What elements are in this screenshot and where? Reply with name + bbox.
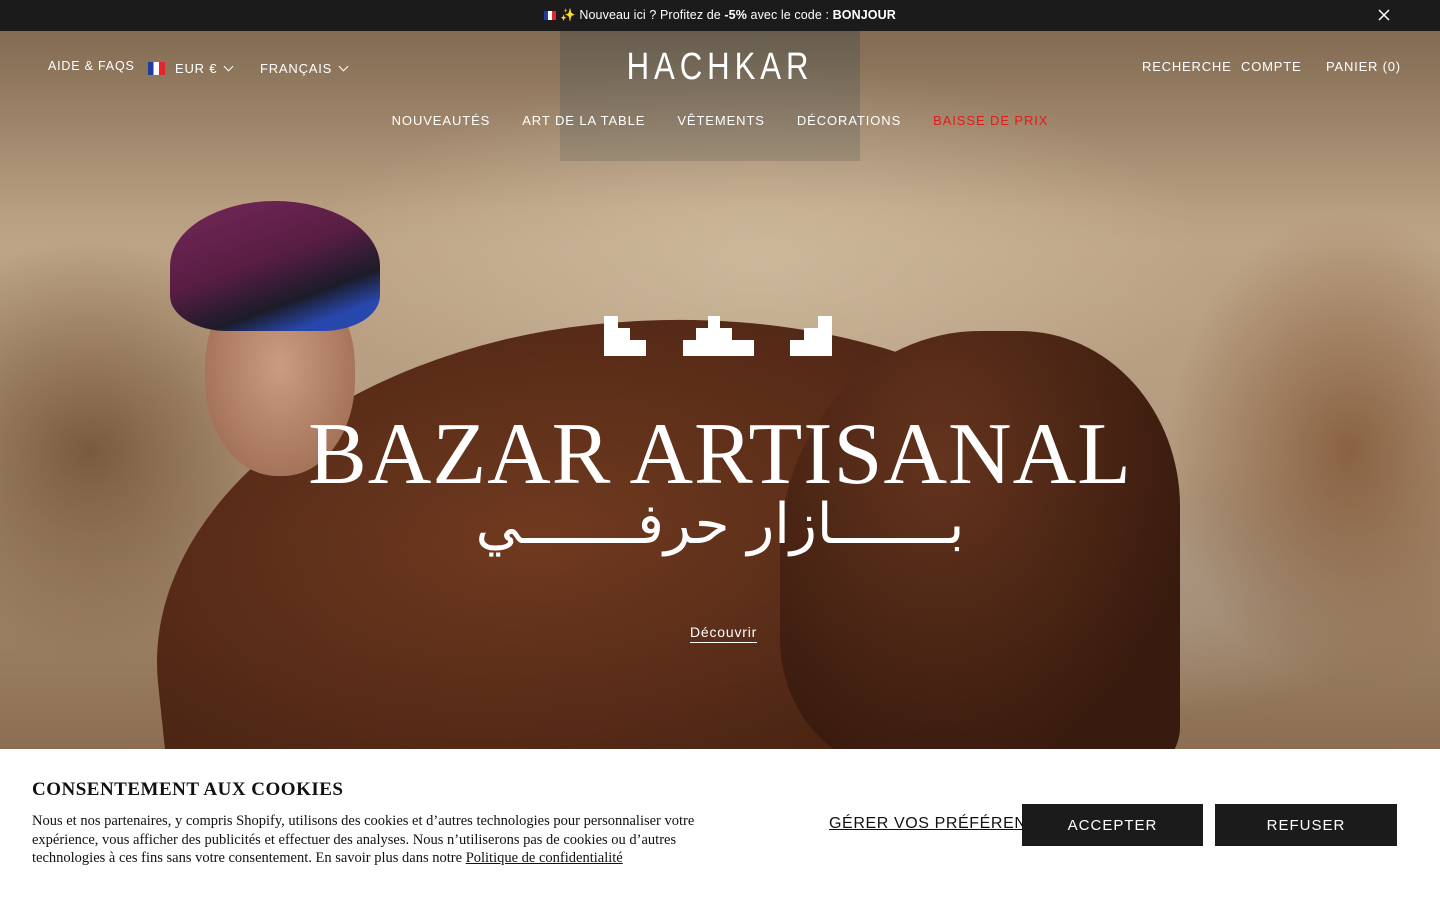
nav-item-decorations[interactable]: DÉCORATIONS (797, 113, 901, 128)
announcement-code: BONJOUR (832, 8, 896, 22)
announcement-prefix: ✨ Nouveau ici ? Profitez de (560, 8, 725, 22)
cart-link[interactable]: PANIER (0) (1326, 59, 1401, 74)
brand-emblem-icon (604, 316, 832, 356)
announcement-bar: ✨ Nouveau ici ? Profitez de -5% avec le … (0, 0, 1440, 31)
nav-item-price-drop[interactable]: BAISSE DE PRIX (933, 113, 1048, 128)
search-link[interactable]: RECHERCHE (1142, 59, 1232, 74)
cookie-description: Nous et nos partenaires, y compris Shopi… (32, 812, 752, 868)
accept-button[interactable]: ACCEPTER (1022, 804, 1203, 846)
announcement-middle: avec le code : (746, 8, 833, 22)
nav-item-tableware[interactable]: ART DE LA TABLE (522, 113, 645, 128)
cookie-title: CONSENTEMENT AUX COOKIES (32, 779, 344, 800)
account-link[interactable]: COMPTE (1241, 59, 1301, 74)
nav-item-new[interactable]: NOUVEAUTÉS (392, 113, 491, 128)
main-navigation: NOUVEAUTÉS ART DE LA TABLE VÊTEMENTS DÉC… (0, 113, 1440, 128)
refuse-button[interactable]: REFUSER (1215, 804, 1397, 846)
france-flag-icon (544, 11, 557, 20)
privacy-policy-link[interactable]: Politique de confidentialité (466, 850, 623, 866)
site-logo[interactable]: HACHKAR (130, 46, 1311, 89)
discover-link[interactable]: Découvrir (690, 624, 758, 643)
announcement-discount: -5% (724, 8, 747, 22)
cookie-consent-banner: CONSENTEMENT AUX COOKIES Nous et nos par… (0, 749, 1440, 900)
help-faq-link[interactable]: AIDE & FAQS (48, 59, 135, 73)
close-icon[interactable] (1376, 7, 1392, 23)
announcement-text: ✨ Nouveau ici ? Profitez de -5% avec le … (544, 8, 896, 23)
nav-item-clothing[interactable]: VÊTEMENTS (677, 113, 765, 128)
hero-title: BAZAR ARTISANAL (308, 406, 1132, 503)
hero-arabic-title: بـــــــازار حرفـــــــي (475, 492, 965, 557)
